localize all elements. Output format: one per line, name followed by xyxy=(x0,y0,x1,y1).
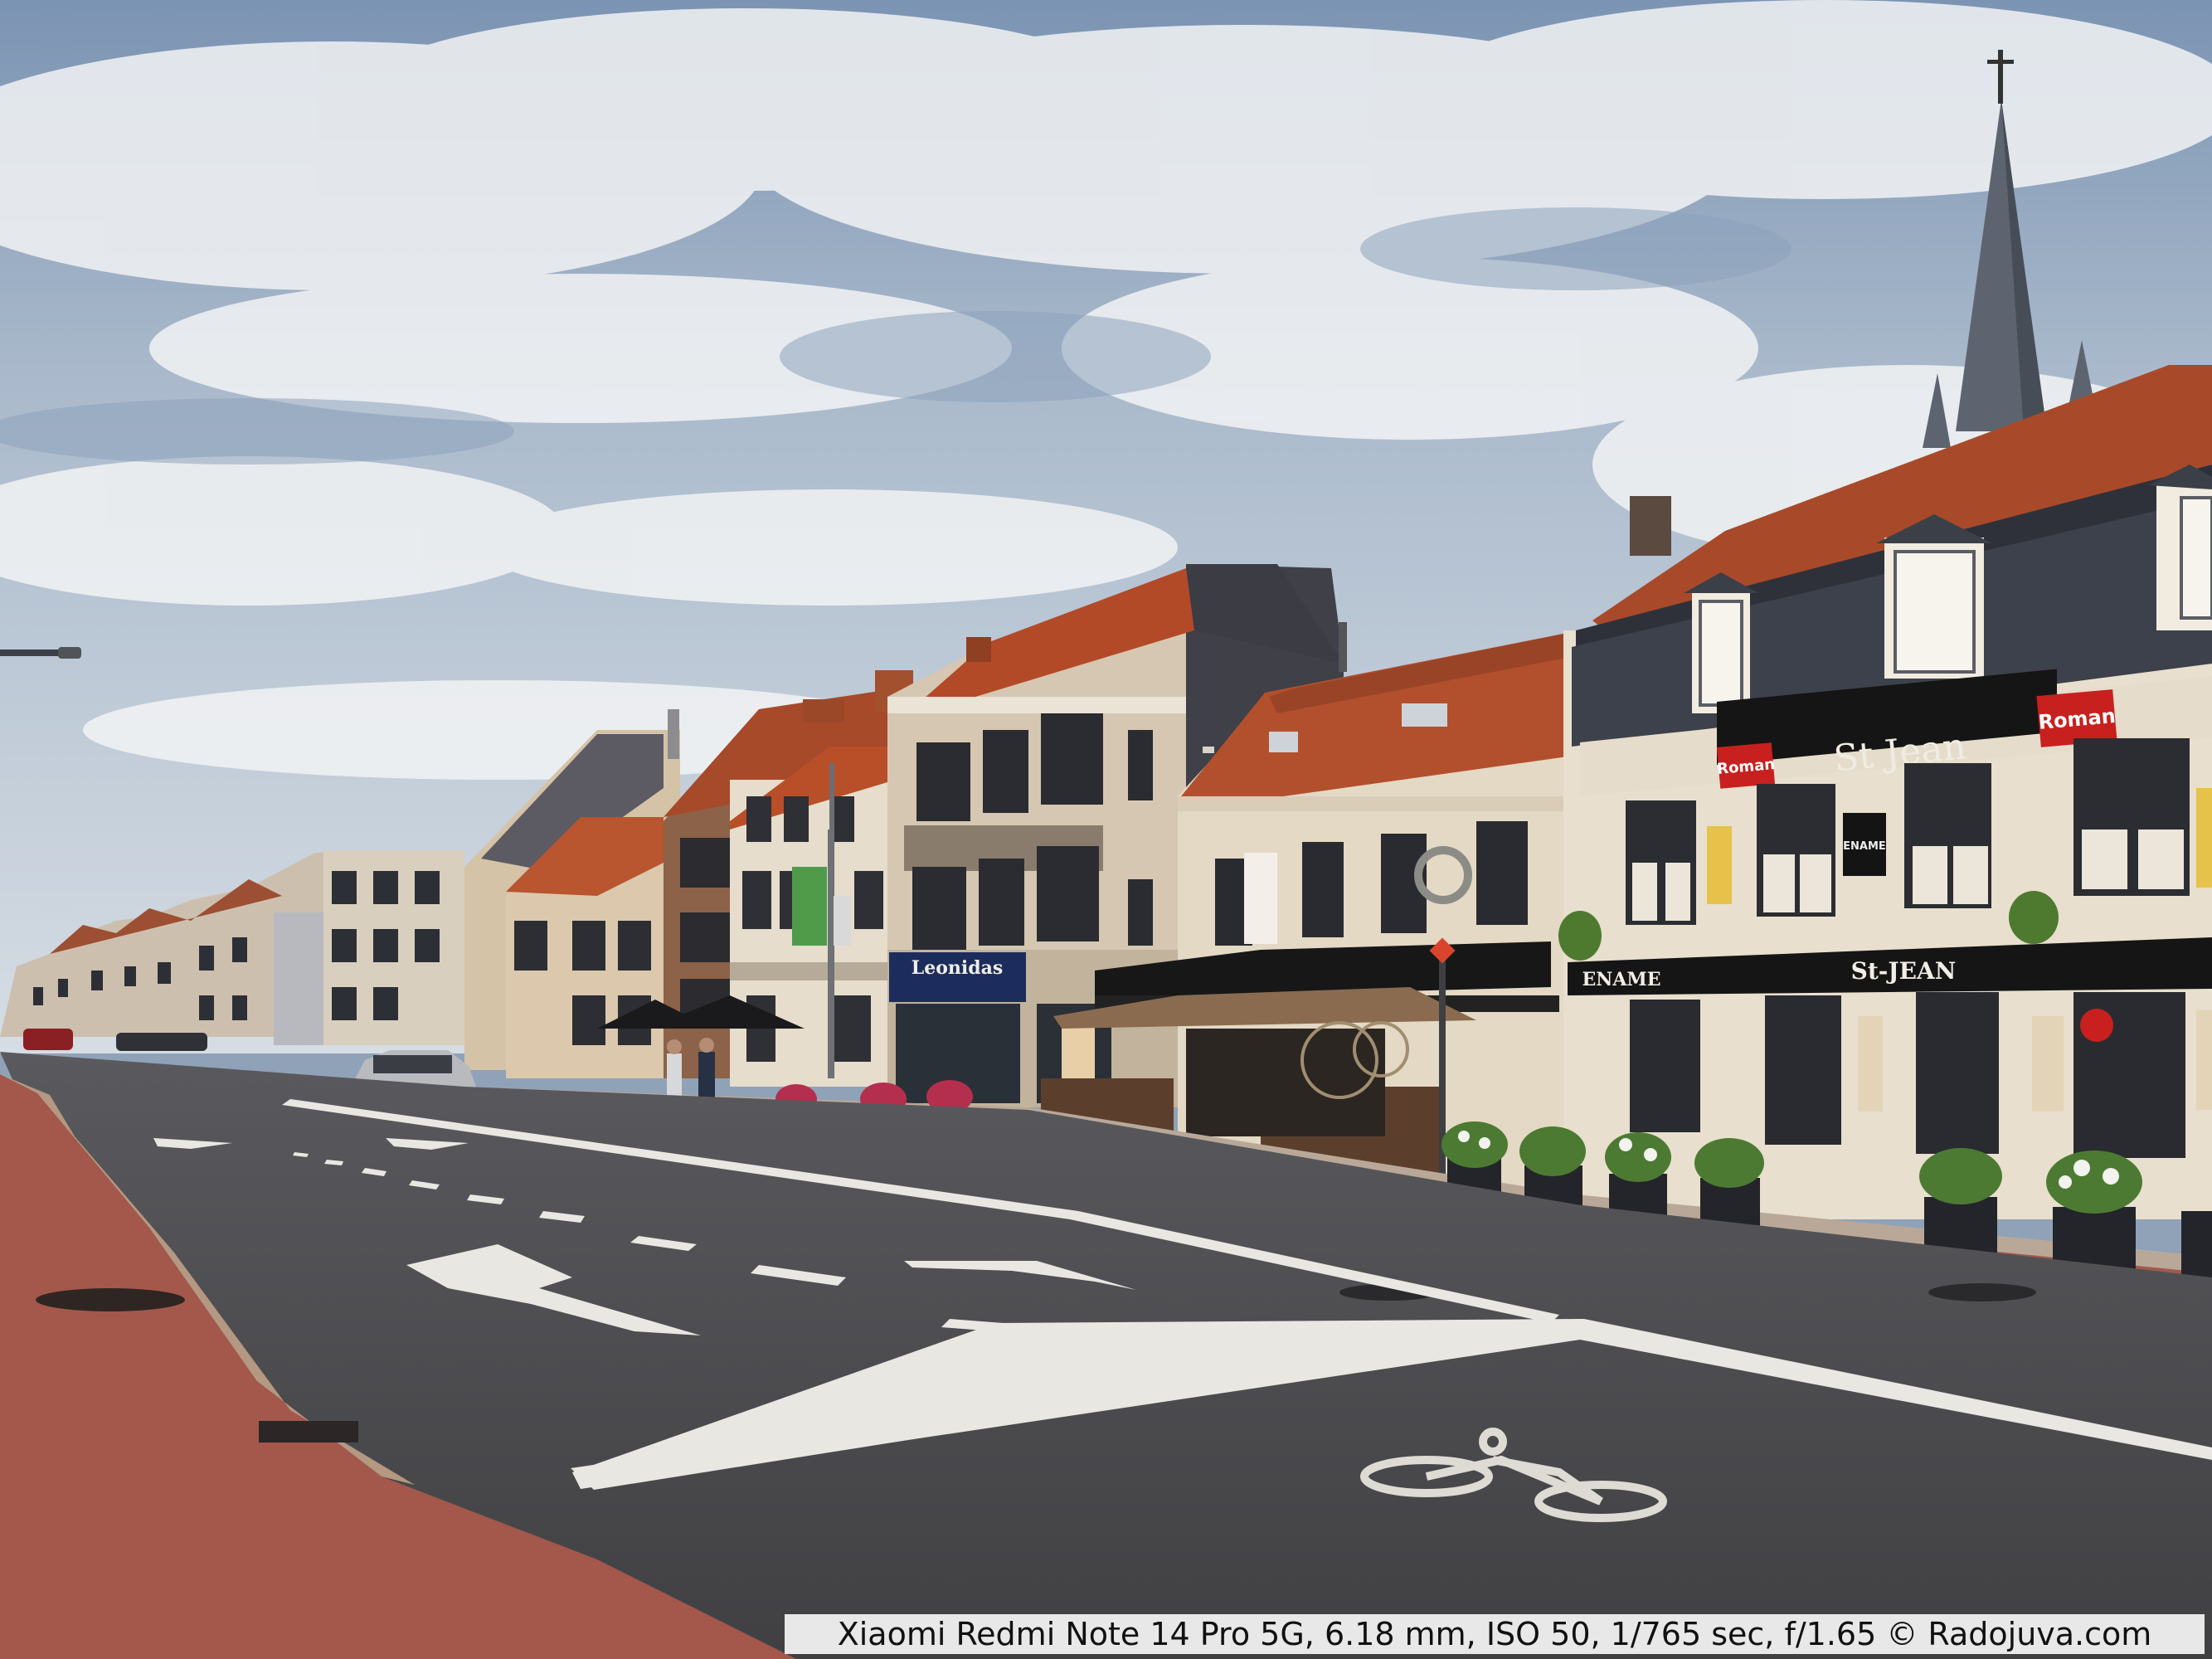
photo-caption: Xiaomi Redmi Note 14 Pro 5G, 6.18 mm, IS… xyxy=(785,1614,2205,1654)
ename-round-sign: ENAME xyxy=(1843,840,1886,853)
st-jean-lower-sign: St-JEAN xyxy=(1851,957,1957,985)
green-banner xyxy=(792,867,827,946)
street-photo: Leonidas St Jean Roman Roman ENAME ENAME… xyxy=(0,0,2212,1659)
leonidas-sign: Leonidas xyxy=(912,957,1004,979)
ename-sign: ENAME xyxy=(1582,969,1660,990)
manhole-cover xyxy=(36,1288,185,1311)
